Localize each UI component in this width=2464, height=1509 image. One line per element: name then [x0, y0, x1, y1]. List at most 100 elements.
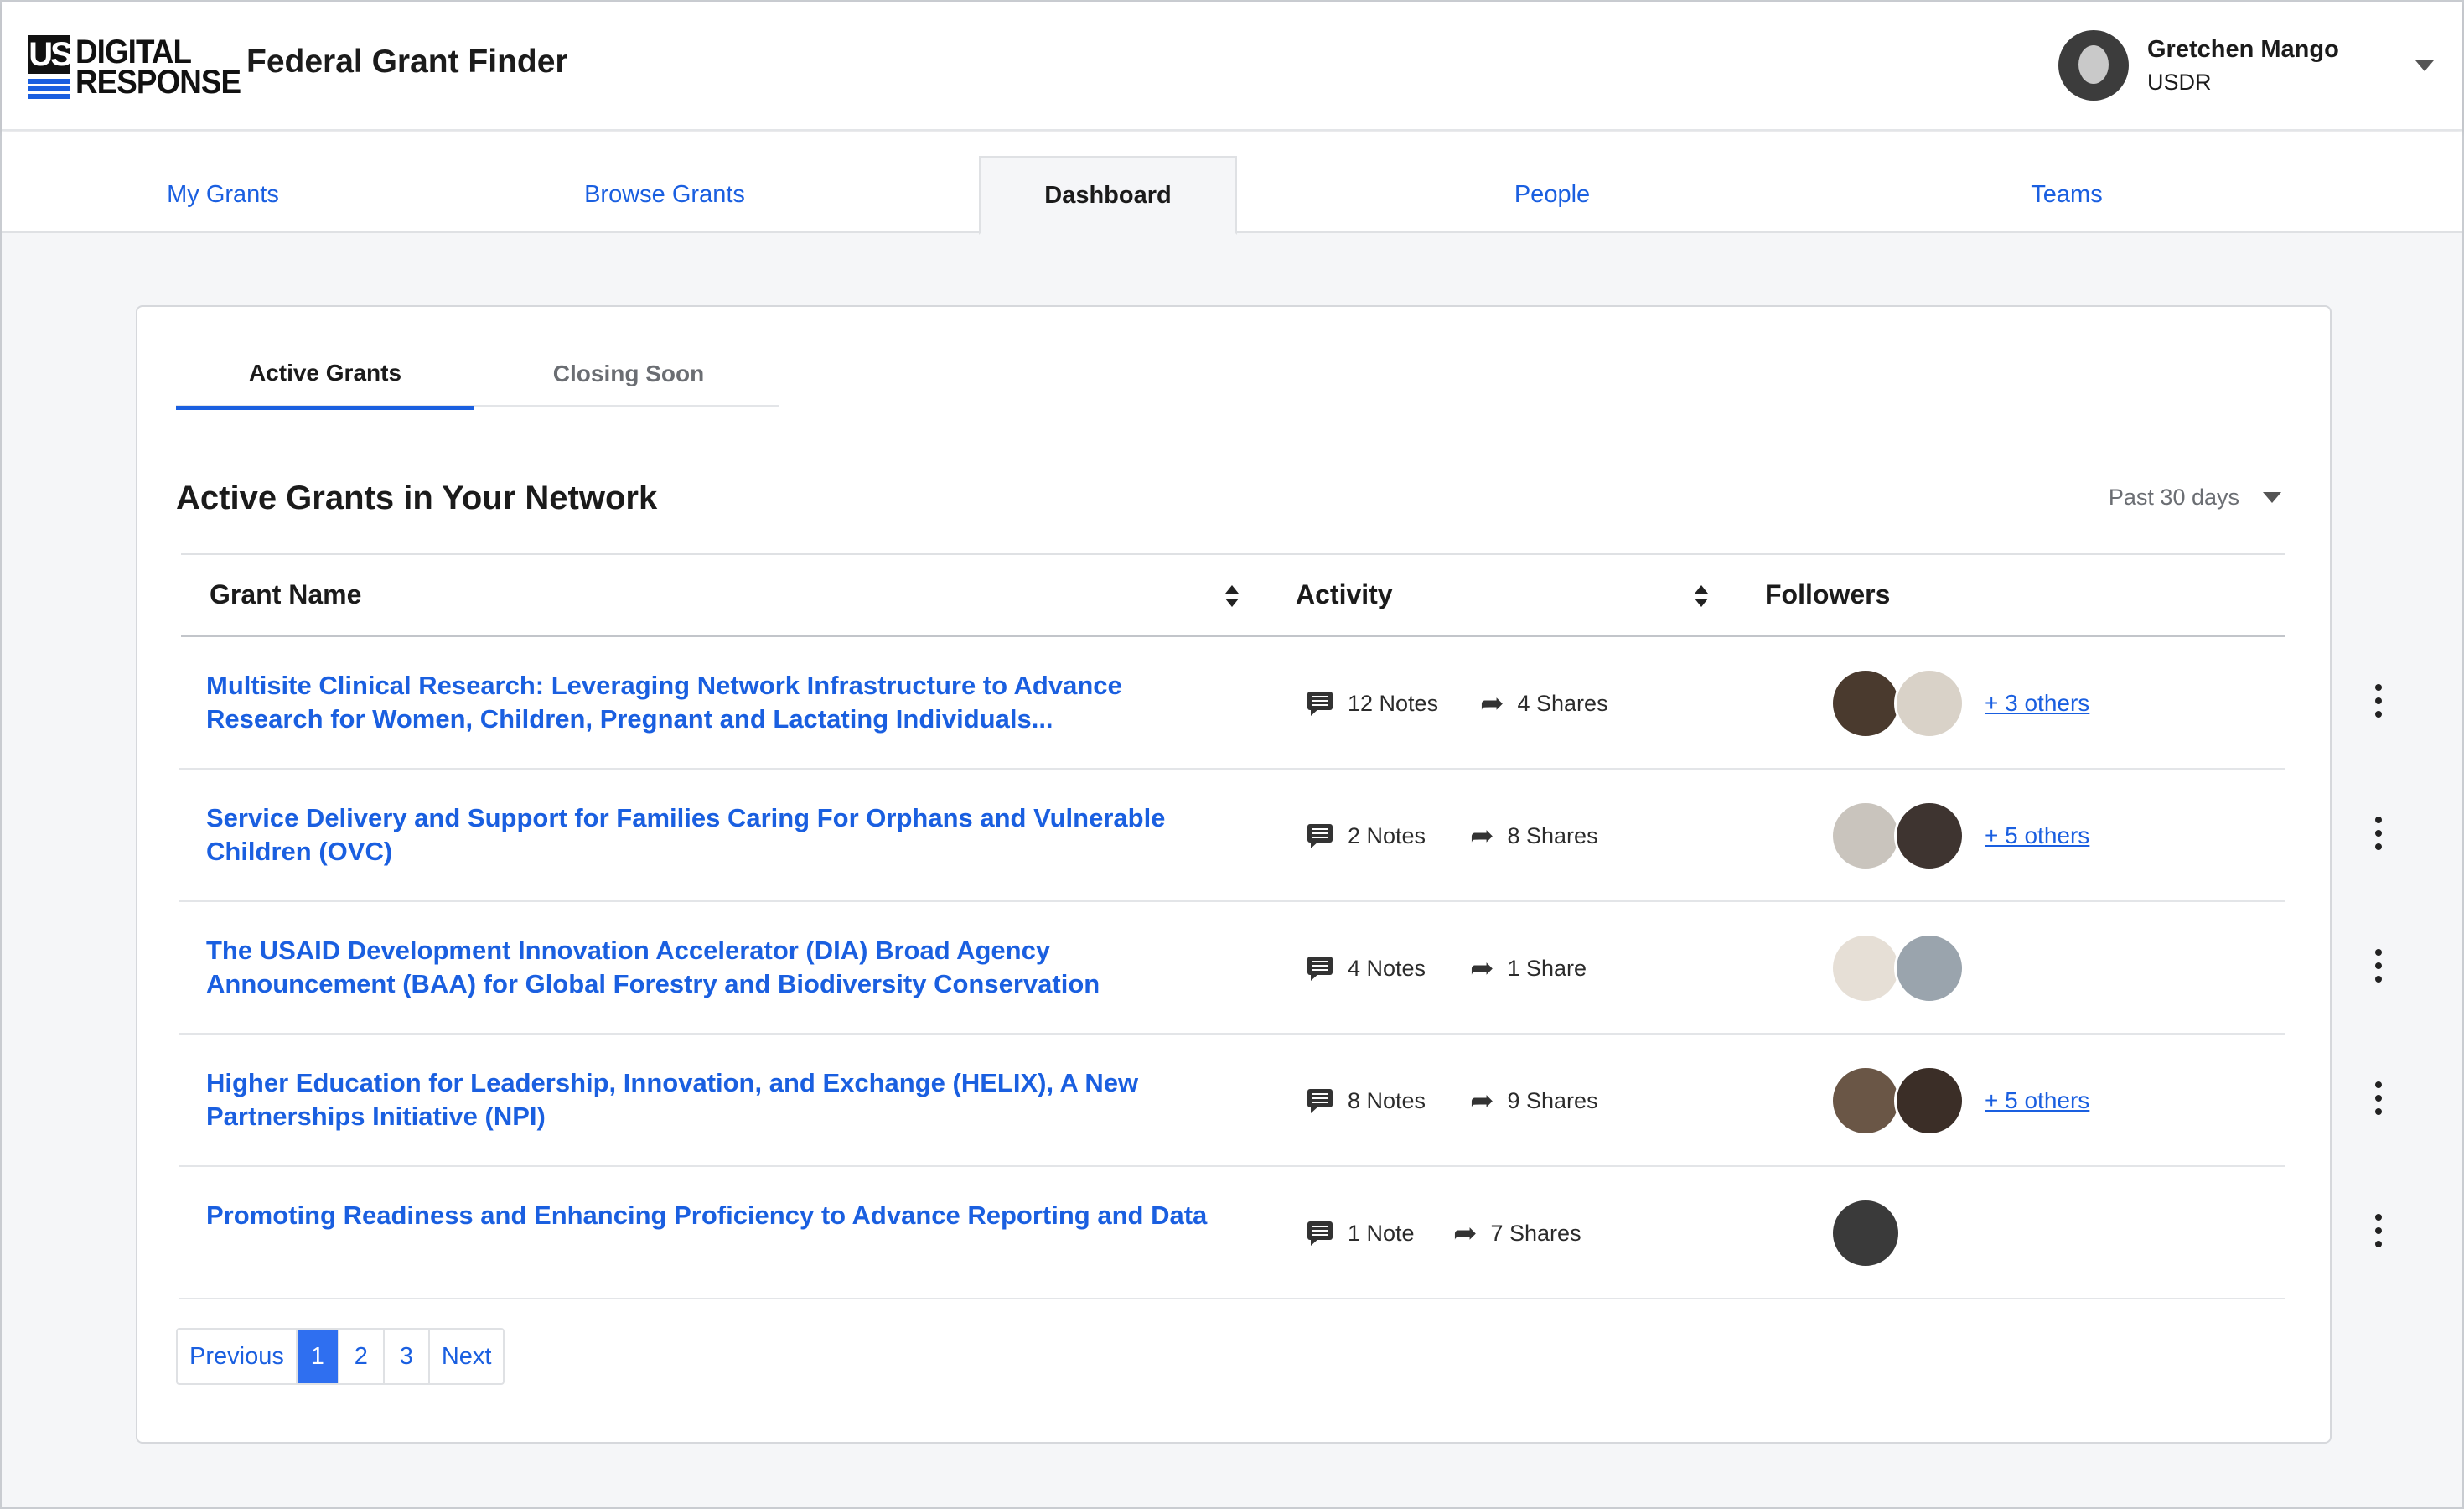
logo-word-digital: DIGITAL: [75, 34, 192, 70]
tab-dashboard[interactable]: Dashboard: [979, 156, 1237, 235]
shares-count[interactable]: ➦ 7 Shares: [1453, 1167, 1581, 1299]
notes-count[interactable]: 8 Notes: [1307, 1035, 1426, 1167]
shares-count[interactable]: ➦ 8 Shares: [1470, 770, 1598, 902]
page-1-button[interactable]: 1: [297, 1330, 339, 1383]
logo-stripe: [28, 94, 70, 99]
comment-icon: [1307, 1221, 1333, 1246]
page-2-button[interactable]: 2: [339, 1330, 385, 1383]
sort-icon[interactable]: [1695, 583, 1708, 609]
more-options-icon[interactable]: [2373, 1214, 2384, 1251]
top-header: US DIGITAL RESPONSE Federal Grant Finder…: [2, 2, 2462, 131]
shares-label: 8 Shares: [1507, 822, 1598, 848]
page-3-button[interactable]: 3: [385, 1330, 430, 1383]
notes-label: 12 Notes: [1348, 690, 1439, 716]
grant-name-link[interactable]: Higher Education for Leadership, Innovat…: [206, 1066, 1245, 1133]
table-row: Service Delivery and Support for Familie…: [179, 770, 2382, 902]
table-row: Promoting Readiness and Enhancing Profic…: [179, 1167, 2382, 1299]
user-info: Gretchen Mango USDR: [2147, 33, 2339, 98]
table-row: Multisite Clinical Research: Leveraging …: [179, 637, 2382, 770]
grant-name-link[interactable]: The USAID Development Innovation Acceler…: [206, 934, 1245, 1001]
dashboard-card: Active Grants Closing Soon Active Grants…: [136, 305, 2382, 1444]
follower-avatar[interactable]: [1894, 933, 1964, 1003]
followers-group: [1830, 1195, 1901, 1271]
follower-avatar[interactable]: [1830, 1198, 1901, 1268]
notes-count[interactable]: 12 Notes: [1307, 637, 1438, 770]
column-label: Followers: [1765, 579, 1891, 609]
followers-group: [1830, 931, 1964, 1006]
column-label: Activity: [1296, 579, 1393, 609]
period-dropdown[interactable]: Past 30 days: [2109, 485, 2281, 511]
column-header-activity[interactable]: Activity: [1271, 553, 1740, 637]
app-title: Federal Grant Finder: [246, 44, 568, 80]
follower-avatar[interactable]: [1830, 668, 1901, 739]
share-arrow-icon: ➦: [1470, 1084, 1494, 1117]
user-name: Gretchen Mango: [2147, 36, 2339, 63]
notes-count[interactable]: 1 Note: [1307, 1167, 1415, 1299]
follower-avatar[interactable]: [1894, 801, 1964, 871]
others-link[interactable]: + 5 others: [1985, 822, 2089, 849]
column-header-followers: Followers: [1740, 553, 2285, 637]
grant-name-link[interactable]: Promoting Readiness and Enhancing Profic…: [206, 1199, 1245, 1232]
shares-label: 7 Shares: [1490, 1220, 1581, 1246]
logo-wordmark: DIGITAL RESPONSE: [75, 34, 255, 99]
sort-icon[interactable]: [1225, 583, 1239, 609]
shares-count[interactable]: ➦ 9 Shares: [1470, 1035, 1598, 1167]
logo-stripe: [28, 86, 70, 91]
column-label: Grant Name: [210, 579, 362, 609]
others-link[interactable]: + 3 others: [1985, 690, 2089, 717]
subtab-active-grants[interactable]: Active Grants: [176, 340, 474, 410]
user-avatar: [2058, 30, 2129, 101]
notes-label: 2 Notes: [1348, 822, 1426, 848]
shares-label: 9 Shares: [1507, 1087, 1598, 1113]
tab-my-grants[interactable]: My Grants: [111, 156, 335, 233]
app-frame: US DIGITAL RESPONSE Federal Grant Finder…: [0, 0, 2464, 1509]
user-menu-caret-icon[interactable]: [2415, 60, 2434, 71]
comment-icon: [1307, 692, 1333, 716]
followers-group: + 5 others: [1830, 798, 2089, 874]
grant-name-link[interactable]: Multisite Clinical Research: Leveraging …: [206, 669, 1245, 736]
more-options-icon[interactable]: [2373, 949, 2384, 986]
notes-count[interactable]: 4 Notes: [1307, 902, 1426, 1035]
share-arrow-icon: ➦: [1480, 687, 1504, 720]
followers-group: + 5 others: [1830, 1063, 2089, 1138]
logo-us-text: US: [28, 35, 73, 74]
tab-browse-grants[interactable]: Browse Grants: [558, 156, 771, 233]
more-options-icon[interactable]: [2373, 1081, 2384, 1118]
follower-avatar[interactable]: [1830, 933, 1901, 1003]
us-digital-response-logo[interactable]: US DIGITAL RESPONSE: [28, 35, 255, 99]
table-header: Grant Name Activity Followers: [179, 553, 2285, 637]
more-options-icon[interactable]: [2373, 817, 2384, 853]
pagination: Previous 1 2 3 Next: [176, 1328, 505, 1385]
user-organization: USDR: [2147, 70, 2212, 95]
tab-teams[interactable]: Teams: [1996, 156, 2137, 233]
next-page-button[interactable]: Next: [430, 1330, 504, 1383]
previous-page-button[interactable]: Previous: [178, 1330, 298, 1383]
shares-count[interactable]: ➦ 4 Shares: [1480, 637, 1608, 770]
table-row: The USAID Development Innovation Acceler…: [179, 902, 2382, 1035]
others-link[interactable]: + 5 others: [1985, 1087, 2089, 1114]
notes-count[interactable]: 2 Notes: [1307, 770, 1426, 902]
more-options-icon[interactable]: [2373, 684, 2384, 721]
table-row: Higher Education for Leadership, Innovat…: [179, 1035, 2382, 1167]
share-arrow-icon: ➦: [1453, 1216, 1478, 1250]
notes-label: 8 Notes: [1348, 1087, 1426, 1113]
shares-label: 1 Share: [1507, 955, 1587, 981]
logo-stripe: [28, 79, 70, 84]
comment-icon: [1307, 824, 1333, 848]
subtab-closing-soon[interactable]: Closing Soon: [479, 340, 778, 407]
user-menu[interactable]: Gretchen Mango USDR: [2058, 30, 2339, 101]
follower-avatar[interactable]: [1894, 668, 1964, 739]
follower-avatar[interactable]: [1894, 1066, 1964, 1136]
column-header-grant-name[interactable]: Grant Name: [181, 553, 1271, 637]
notes-label: 4 Notes: [1348, 955, 1426, 981]
notes-label: 1 Note: [1348, 1220, 1415, 1246]
main-nav: My Grants Browse Grants Dashboard People…: [2, 132, 2462, 235]
shares-count[interactable]: ➦ 1 Share: [1470, 902, 1587, 1035]
chevron-down-icon: [2263, 492, 2281, 503]
section-title: Active Grants in Your Network: [176, 480, 658, 516]
follower-avatar[interactable]: [1830, 801, 1901, 871]
follower-avatar[interactable]: [1830, 1066, 1901, 1136]
period-label: Past 30 days: [2108, 485, 2239, 510]
tab-people[interactable]: People: [1482, 156, 1623, 233]
grant-name-link[interactable]: Service Delivery and Support for Familie…: [206, 801, 1245, 869]
